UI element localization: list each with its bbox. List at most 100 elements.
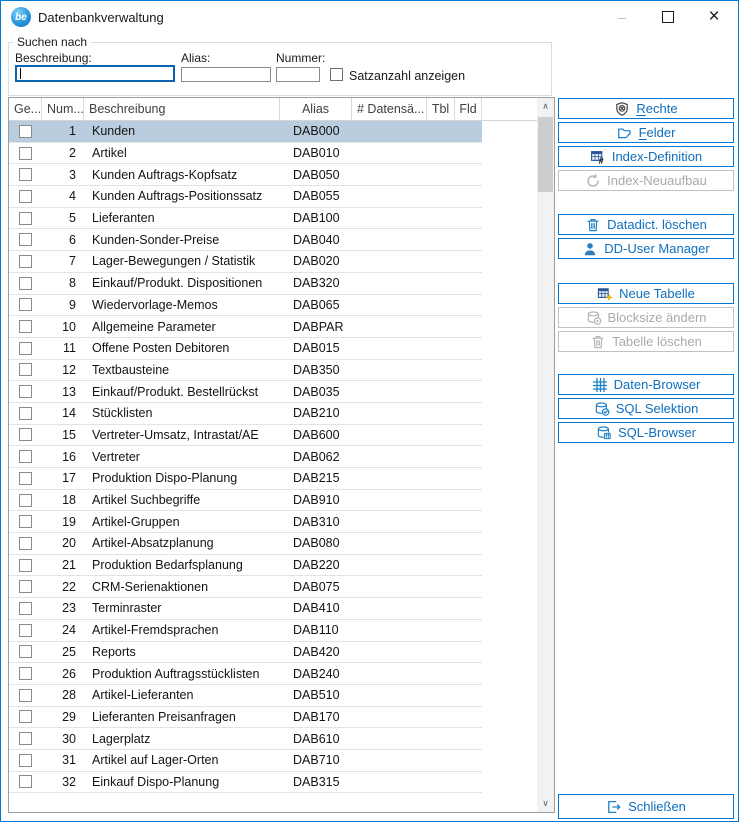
table-row[interactable]: 1KundenDAB000	[9, 121, 482, 143]
table-row[interactable]: 12TextbausteineDAB350	[9, 360, 482, 382]
table-row[interactable]: 8Einkauf/Produkt. DispositionenDAB320	[9, 273, 482, 295]
dd-user-manager-button[interactable]: DD-User Manager	[558, 238, 734, 259]
table-row[interactable]: 5LieferantenDAB100	[9, 208, 482, 230]
table-row[interactable]: 20Artikel-AbsatzplanungDAB080	[9, 533, 482, 555]
table-row[interactable]: 2ArtikelDAB010	[9, 143, 482, 165]
table-row[interactable]: 17Produktion Dispo-PlanungDAB215	[9, 468, 482, 490]
maximize-button[interactable]	[645, 2, 691, 32]
row-checkbox[interactable]	[19, 732, 32, 745]
table-row[interactable]: 9Wiedervorlage-MemosDAB065	[9, 295, 482, 317]
felder-button[interactable]: Felder	[558, 122, 734, 143]
table-row[interactable]: 4Kunden Auftrags-PositionssatzDAB055	[9, 186, 482, 208]
row-checkbox[interactable]	[19, 689, 32, 702]
button-label: Tabelle löschen	[612, 334, 702, 349]
beschreibung-input[interactable]	[15, 65, 175, 82]
column-header-1[interactable]: Num...	[42, 98, 84, 120]
table-row[interactable]: 26Produktion AuftragsstücklistenDAB240	[9, 663, 482, 685]
minimize-button[interactable]: –	[599, 2, 645, 32]
row-checkbox[interactable]	[19, 168, 32, 181]
scrollbar-up-button[interactable]: ∧	[537, 98, 554, 115]
row-checkbox[interactable]	[19, 472, 32, 485]
table-row[interactable]: 14StücklistenDAB210	[9, 403, 482, 425]
alias-input[interactable]	[181, 67, 271, 82]
sql-browser-button[interactable]: SQL-Browser	[558, 422, 734, 443]
table-row[interactable]: 3Kunden Auftrags-KopfsatzDAB050	[9, 164, 482, 186]
row-checkbox[interactable]	[19, 407, 32, 420]
table-row[interactable]: 21Produktion BedarfsplanungDAB220	[9, 555, 482, 577]
column-header-5[interactable]: Tbl	[427, 98, 455, 120]
rechte-button[interactable]: Rechte	[558, 98, 734, 119]
row-checkbox[interactable]	[19, 277, 32, 290]
row-checkbox[interactable]	[19, 624, 32, 637]
index-definition-button[interactable]: #Index-Definition	[558, 146, 734, 167]
table-row[interactable]: 19Artikel-GruppenDAB310	[9, 511, 482, 533]
row-number: 19	[42, 515, 84, 529]
row-description: Allgemeine Parameter	[84, 320, 280, 334]
scrollbar-thumb[interactable]	[538, 117, 553, 192]
row-checkbox[interactable]	[19, 212, 32, 225]
column-header-3[interactable]: Alias	[280, 98, 352, 120]
table-row[interactable]: 28Artikel-LieferantenDAB510	[9, 685, 482, 707]
table-row[interactable]: 10Allgemeine ParameterDABPAR	[9, 316, 482, 338]
row-checkbox[interactable]	[19, 342, 32, 355]
table-row[interactable]: 13Einkauf/Produkt. BestellrückstDAB035	[9, 381, 482, 403]
row-checkbox[interactable]	[19, 428, 32, 441]
daten-browser-button[interactable]: Daten-Browser	[558, 374, 734, 395]
datadict-loeschen-button[interactable]: Datadict. löschen	[558, 214, 734, 235]
column-header-0[interactable]: Ge...	[9, 98, 42, 120]
nummer-input[interactable]	[276, 67, 320, 82]
row-checkbox[interactable]	[19, 537, 32, 550]
table-row[interactable]: 6Kunden-Sonder-PreiseDAB040	[9, 229, 482, 251]
row-checkbox[interactable]	[19, 298, 32, 311]
row-checkbox[interactable]	[19, 559, 32, 572]
table-row[interactable]: 24Artikel-FremdsprachenDAB110	[9, 620, 482, 642]
table-row[interactable]: 30LagerplatzDAB610	[9, 728, 482, 750]
table-row[interactable]: 32Einkauf Dispo-PlanungDAB315	[9, 772, 482, 794]
row-description: Einkauf Dispo-Planung	[84, 775, 280, 789]
row-checkbox[interactable]	[19, 580, 32, 593]
row-checkbox[interactable]	[19, 190, 32, 203]
row-checkbox[interactable]	[19, 125, 32, 138]
satzanzahl-checkbox[interactable]	[330, 68, 343, 81]
row-checkbox[interactable]	[19, 385, 32, 398]
table-row[interactable]: 25ReportsDAB420	[9, 642, 482, 664]
scrollbar[interactable]: ∧ ∨	[537, 98, 554, 812]
column-header-6[interactable]: Fld	[455, 98, 482, 120]
button-label: SQL Selektion	[616, 401, 699, 416]
row-alias: DAB110	[280, 623, 352, 637]
row-checkbox[interactable]	[19, 754, 32, 767]
row-checkbox[interactable]	[19, 320, 32, 333]
table-row[interactable]: 11Offene Posten DebitorenDAB015	[9, 338, 482, 360]
row-checkbox[interactable]	[19, 645, 32, 658]
table-row[interactable]: 31Artikel auf Lager-OrtenDAB710	[9, 750, 482, 772]
row-checkbox[interactable]	[19, 667, 32, 680]
row-checkbox[interactable]	[19, 450, 32, 463]
table-row[interactable]: 23TerminrasterDAB410	[9, 598, 482, 620]
row-checkbox[interactable]	[19, 602, 32, 615]
exit-icon	[606, 799, 622, 815]
close-button[interactable]: ×	[691, 2, 737, 32]
table-row[interactable]: 15Vertreter-Umsatz, Intrastat/AEDAB600	[9, 425, 482, 447]
scrollbar-down-button[interactable]: ∨	[537, 795, 554, 812]
table-row[interactable]: 29Lieferanten PreisanfragenDAB170	[9, 707, 482, 729]
column-header-2[interactable]: Beschreibung	[84, 98, 280, 120]
row-checkbox[interactable]	[19, 775, 32, 788]
schliessen-button[interactable]: Schließen	[558, 794, 734, 819]
row-checkbox[interactable]	[19, 255, 32, 268]
row-checkbox[interactable]	[19, 363, 32, 376]
user-icon	[582, 241, 598, 257]
table-row[interactable]: 18Artikel SuchbegriffeDAB910	[9, 490, 482, 512]
table-row[interactable]: 16VertreterDAB062	[9, 446, 482, 468]
row-checkbox[interactable]	[19, 233, 32, 246]
neue-tabelle-button[interactable]: Neue Tabelle	[558, 283, 734, 304]
row-checkbox[interactable]	[19, 515, 32, 528]
sql-selektion-button[interactable]: SQL Selektion	[558, 398, 734, 419]
row-checkbox[interactable]	[19, 710, 32, 723]
grid-icon	[592, 377, 608, 393]
row-checkbox[interactable]	[19, 494, 32, 507]
row-checkbox[interactable]	[19, 147, 32, 160]
row-number: 6	[42, 233, 84, 247]
table-row[interactable]: 7Lager-Bewegungen / StatistikDAB020	[9, 251, 482, 273]
column-header-4[interactable]: # Datensä...	[352, 98, 427, 120]
table-row[interactable]: 22CRM-SerienaktionenDAB075	[9, 576, 482, 598]
